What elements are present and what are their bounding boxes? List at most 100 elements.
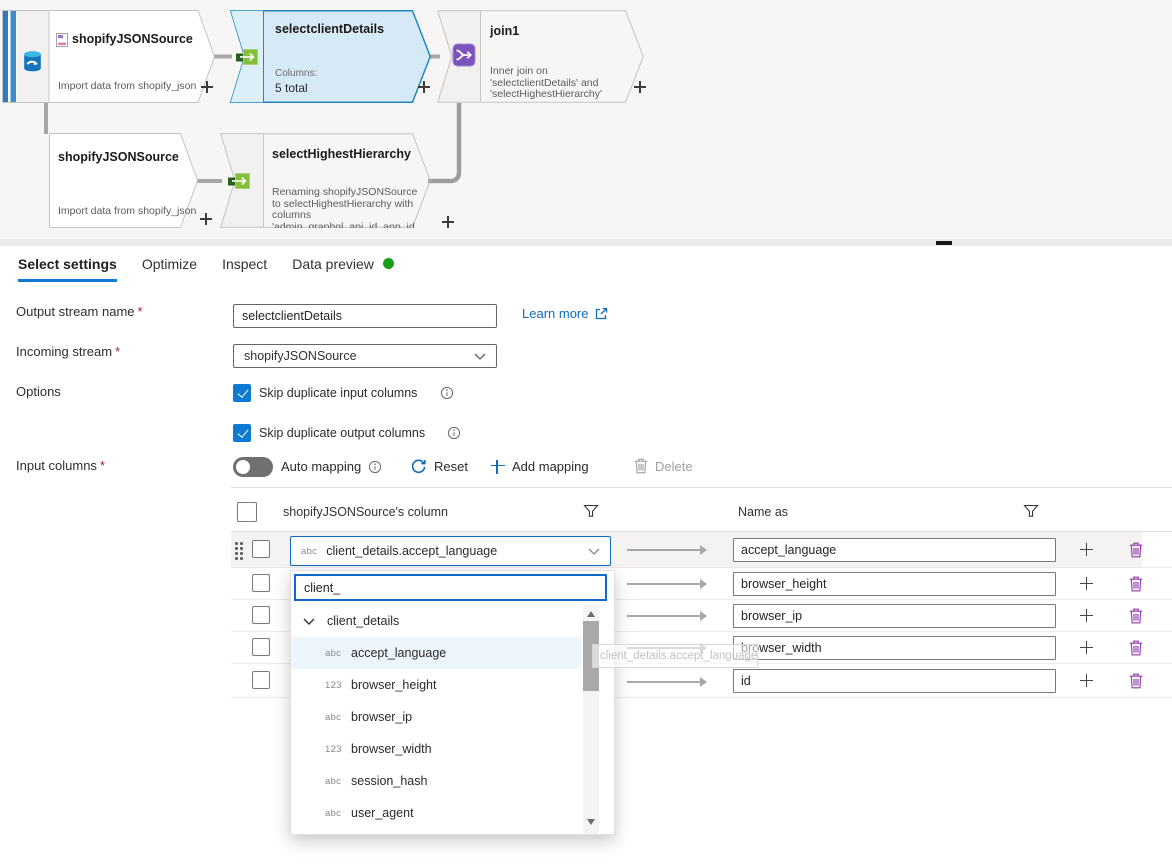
row-checkbox[interactable]: [252, 671, 270, 689]
node-source-shopifyjsonsource-ref[interactable]: shopifyJSONSource Import data from shopi…: [49, 133, 198, 228]
learn-more-link[interactable]: Learn more: [522, 306, 608, 321]
add-row-button[interactable]: [1080, 577, 1093, 590]
mapping-arrow: [627, 611, 707, 620]
node-description-line3: 'selectHighestHierarchy': [490, 88, 602, 100]
required-asterisk: *: [99, 458, 105, 473]
auto-mapping-label: Auto mapping: [281, 459, 382, 474]
skip-duplicate-input-checkbox[interactable]: [233, 384, 251, 402]
dropdown-item-browser-ip[interactable]: abc browser_ip: [291, 701, 581, 733]
add-row-button[interactable]: [1080, 609, 1093, 622]
dropdown-item-accept-language[interactable]: abc accept_language: [291, 637, 581, 669]
add-mapping-button[interactable]: Add mapping: [491, 459, 589, 474]
plus-icon: [491, 459, 505, 474]
item-label: accept_language: [351, 646, 447, 660]
delete-row-button[interactable]: [1129, 542, 1143, 558]
row-checkbox[interactable]: [252, 574, 270, 592]
required-asterisk: *: [115, 344, 121, 359]
dropdown-item-browser-width[interactable]: 123 browser_width: [291, 733, 581, 765]
filter-icon[interactable]: [1023, 503, 1039, 519]
row-divider: [231, 567, 1172, 568]
node-title: selectHighestHierarchy: [272, 147, 411, 161]
row-checkbox[interactable]: [252, 540, 270, 558]
name-as-input[interactable]: [733, 604, 1056, 628]
tab-optimize[interactable]: Optimize: [142, 256, 197, 282]
add-transformation-button[interactable]: [442, 216, 454, 228]
info-icon[interactable]: [440, 386, 454, 400]
settings-tab-bar: Select settings Optimize Inspect Data pr…: [18, 256, 394, 282]
refresh-icon: [411, 459, 426, 474]
node-columns-label: Columns:: [275, 68, 318, 79]
dropdown-item-session-hash[interactable]: abc session_hash: [291, 765, 581, 797]
column-search-input[interactable]: [294, 574, 607, 601]
add-row-button[interactable]: [1080, 641, 1093, 654]
delete-row-button[interactable]: [1129, 608, 1143, 624]
select-transform-icon: [228, 173, 250, 189]
tree-group-client-details[interactable]: client_details: [291, 605, 581, 637]
skip-duplicate-input-label: Skip duplicate input columns: [259, 386, 418, 400]
row-checkbox[interactable]: [252, 606, 270, 624]
type-prefix: 123: [325, 743, 342, 755]
select-transform-icon: [236, 49, 258, 65]
type-prefix: abc: [325, 807, 342, 819]
chevron-down-icon: [474, 353, 486, 360]
scrollbar-up-arrow[interactable]: [587, 611, 595, 617]
info-icon[interactable]: [368, 460, 382, 474]
node-title: selectclientDetails: [275, 22, 385, 36]
delete-row-button[interactable]: [1129, 576, 1143, 592]
dropdown-item-user-agent[interactable]: abc user_agent: [291, 797, 581, 829]
source-column-combobox[interactable]: abc client_details.accept_language: [290, 536, 611, 566]
group-label: client_details: [327, 614, 400, 628]
filter-icon[interactable]: [583, 503, 599, 519]
node-title: shopifyJSONSource: [72, 32, 193, 46]
add-transformation-button[interactable]: [634, 81, 646, 93]
delete-row-button[interactable]: [1129, 640, 1143, 656]
scrollbar-down-arrow[interactable]: [587, 819, 595, 825]
node-description-line3: columns: [272, 209, 312, 221]
node-title: join1: [490, 24, 520, 38]
type-prefix: abc: [301, 545, 318, 557]
add-row-button[interactable]: [1080, 674, 1093, 687]
item-label: browser_width: [351, 742, 432, 756]
auto-mapping-toggle[interactable]: [233, 457, 273, 477]
tab-inspect[interactable]: Inspect: [222, 256, 267, 282]
output-stream-name-input[interactable]: [233, 304, 497, 328]
select-all-checkbox[interactable]: [237, 502, 257, 522]
node-description-line1: Inner join on: [490, 65, 548, 77]
name-as-input[interactable]: [733, 669, 1056, 693]
tab-select-settings[interactable]: Select settings: [18, 256, 117, 282]
incoming-stream-label: Incoming stream *: [16, 344, 121, 359]
reset-button[interactable]: Reset: [410, 458, 468, 475]
node-selectclientdetails-selected[interactable]: selectclientDetails Columns: 5 total: [230, 10, 431, 103]
add-row-button[interactable]: [1080, 543, 1093, 556]
row-checkbox[interactable]: [252, 638, 270, 656]
dropdown-item-browser-height[interactable]: 123 browser_height: [291, 669, 581, 701]
name-as-input[interactable]: [733, 538, 1056, 562]
drag-ghost-tooltip: client_details.accept_language: [592, 644, 758, 668]
info-icon[interactable]: [447, 426, 461, 440]
node-join1[interactable]: join1 Inner join on 'selectclientDetails…: [437, 10, 644, 103]
options-label: Options: [16, 384, 61, 399]
node-selecthighesthierarchy[interactable]: selectHighestHierarchy Renaming shopifyJ…: [220, 133, 431, 228]
skip-duplicate-output-checkbox[interactable]: [233, 424, 251, 442]
input-columns-label: Input columns *: [16, 458, 105, 473]
name-as-input[interactable]: [733, 572, 1056, 596]
panel-resize-handle[interactable]: [936, 241, 952, 245]
external-link-icon: [596, 307, 608, 319]
type-prefix: abc: [325, 711, 342, 723]
add-transformation-button[interactable]: [200, 213, 212, 225]
delete-row-button[interactable]: [1129, 673, 1143, 689]
trash-icon: [634, 458, 648, 474]
incoming-stream-select[interactable]: shopifyJSONSource: [233, 344, 497, 368]
type-prefix: abc: [325, 647, 342, 659]
item-label: browser_ip: [351, 710, 413, 724]
add-transformation-button[interactable]: [418, 81, 430, 93]
add-transformation-button[interactable]: [201, 81, 213, 93]
delete-button[interactable]: Delete: [634, 458, 693, 474]
chevron-down-icon[interactable]: [303, 618, 315, 625]
output-stream-name-label: Output stream name *: [16, 304, 143, 319]
tab-data-preview[interactable]: Data preview: [292, 256, 394, 282]
node-source-shopifyjsonsource[interactable]: shopifyJSONSource Import data from shopi…: [2, 10, 216, 103]
name-as-input[interactable]: [733, 636, 1056, 660]
drag-handle[interactable]: [235, 542, 238, 545]
incoming-stream-value: shopifyJSONSource: [244, 349, 357, 363]
